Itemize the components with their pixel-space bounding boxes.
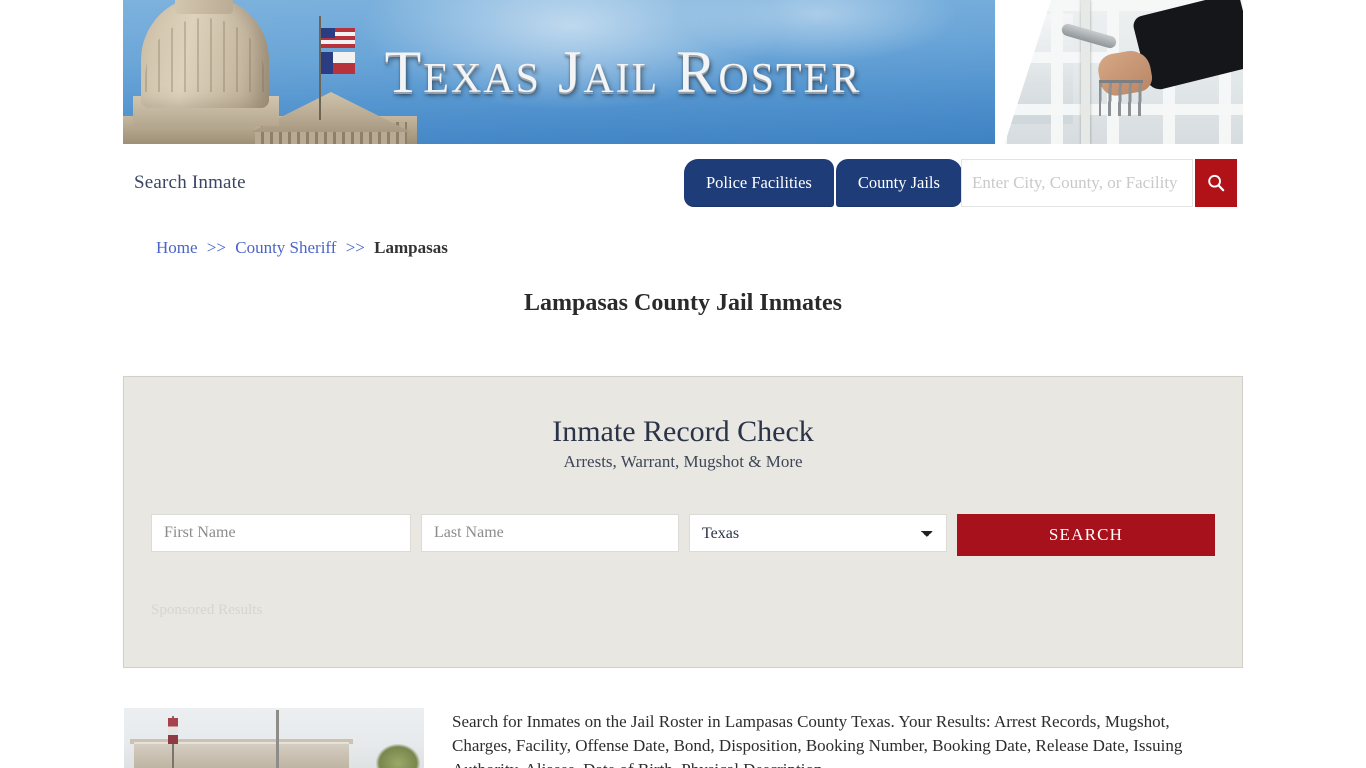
inmate-record-check-panel: Inmate Record Check Arrests, Warrant, Mu… — [122, 375, 1244, 669]
nav-police-facilities-label: Police Facilities — [706, 173, 812, 192]
thumbnail-light-pole — [276, 710, 279, 768]
breadcrumb: Home >> County Sheriff >> Lampasas — [156, 238, 448, 258]
nav-county-jails[interactable]: County Jails — [835, 159, 962, 207]
state-select[interactable]: Texas — [689, 514, 947, 552]
sponsored-results-label: Sponsored Results — [151, 602, 263, 618]
first-name-input[interactable] — [151, 514, 411, 552]
banner-title: Texas Jail Roster — [384, 38, 862, 105]
building-body — [134, 742, 349, 768]
header-search-box — [961, 159, 1193, 207]
nav-police-facilities[interactable]: Police Facilities — [684, 159, 834, 207]
thumbnail-tree — [376, 744, 420, 768]
thumbnail-flag-icon — [168, 718, 178, 744]
jail-building-thumbnail[interactable] — [124, 708, 424, 768]
page-title: Lampasas County Jail Inmates — [523, 290, 843, 316]
last-name-input[interactable] — [421, 514, 679, 552]
inmate-search-form: Texas SEARCH — [151, 514, 1217, 556]
header-search-button[interactable] — [1195, 159, 1237, 207]
header-search-input[interactable] — [962, 160, 1192, 206]
nav-county-jails-label: County Jails — [857, 173, 940, 192]
breadcrumb-item-home[interactable]: Home — [156, 238, 198, 257]
page-description: Search for Inmates on the Jail Roster in… — [452, 712, 1183, 768]
search-icon — [1206, 173, 1226, 193]
breadcrumb-separator: >> — [345, 238, 365, 257]
page-root: Texas Jail Roster Search Inmate Police F… — [0, 0, 1366, 768]
site-header: Search Inmate Police Facilities County J… — [123, 144, 1243, 224]
search-button[interactable]: SEARCH — [957, 514, 1215, 556]
breadcrumb-item-current: Lampasas — [374, 238, 448, 257]
breadcrumb-separator: >> — [206, 238, 226, 257]
panel-title: Inmate Record Check — [552, 415, 814, 448]
panel-subtitle: Arrests, Warrant, Mugshot & More — [563, 452, 803, 471]
site-banner: Texas Jail Roster — [123, 0, 1243, 144]
main-nav: Police Facilities County Jails — [684, 159, 962, 207]
site-logo[interactable]: Search Inmate — [134, 172, 246, 194]
breadcrumb-item-county-sheriff[interactable]: County Sheriff — [235, 238, 336, 257]
